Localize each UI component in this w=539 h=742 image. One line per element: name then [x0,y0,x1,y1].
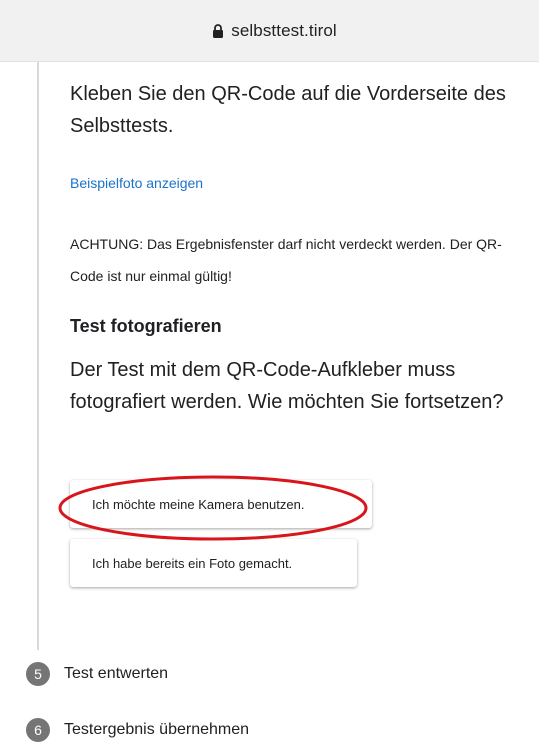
step-connector-line [37,62,39,650]
warning-text: ACHTUNG: Das Ergebnisfenster darf nicht … [70,236,502,284]
step-number-badge: 5 [26,662,50,686]
step-label: Testergebnis übernehmen [64,721,250,738]
address-bar[interactable]: selbsttest.tirol [0,0,539,62]
section-title: Test fotografieren [70,316,222,336]
example-photo-link[interactable]: Beispielfoto anzeigen [70,175,203,191]
step-item-6[interactable]: 6 Testergebnis übernehmen [26,718,249,742]
step-number-badge: 6 [26,718,50,742]
photo-taken-button[interactable]: Ich habe bereits ein Foto gemacht. [70,539,357,587]
section-description: Der Test mit dem QR-Code-Aufkleber muss … [70,359,504,413]
step-label: Test entwerten [64,665,169,682]
lock-icon [213,23,224,38]
url-text: selbsttest.tirol [231,20,337,40]
url-display[interactable]: selbsttest.tirol [212,21,337,41]
instruction-text: Kleben Sie den QR-Code auf die Vordersei… [70,83,506,137]
use-camera-button[interactable]: Ich möchte meine Kamera benutzen. [70,480,372,528]
step-item-5[interactable]: 5 Test entwerten [26,662,168,686]
